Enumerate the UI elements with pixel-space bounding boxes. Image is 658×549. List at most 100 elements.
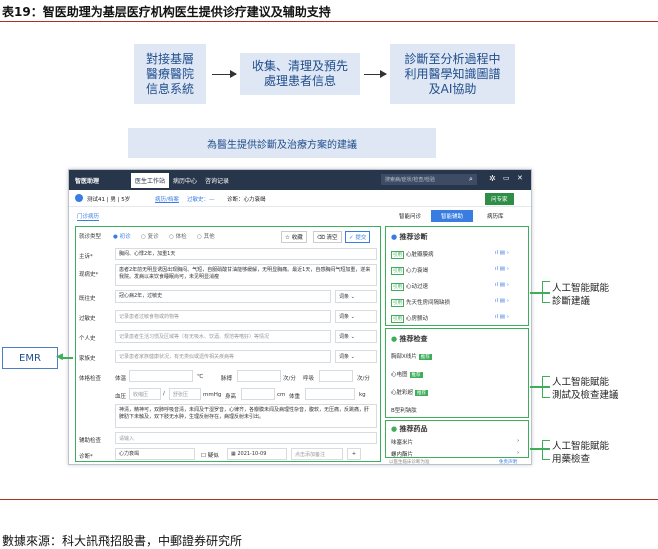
past-history-field[interactable]: 冠心病2年，过敏史	[115, 290, 331, 303]
nav-records[interactable]: 病历中心	[173, 176, 197, 185]
favorite-button[interactable]: ☆ 收藏	[281, 231, 307, 243]
tab-smart-inquiry[interactable]: 智能问诊	[399, 212, 421, 220]
weight-field[interactable]	[305, 388, 355, 400]
visit-type-checkup-label: 体检	[175, 234, 187, 240]
pulse-unit: 次/分	[283, 376, 296, 382]
settings-icon[interactable]: ✲	[489, 174, 496, 183]
temp-field[interactable]	[129, 370, 193, 382]
rec-drug-title-text: 推荐药品	[399, 425, 428, 433]
rec-diagnosis-item[interactable]: 引用 心动过速	[391, 282, 428, 291]
family-history-dropdown[interactable]: 词条 ⌄	[335, 350, 377, 363]
allergy-dropdown-label: 词条	[339, 314, 350, 320]
allergy-dropdown[interactable]: 词条 ⌄	[335, 310, 377, 323]
rec-diagnosis-item[interactable]: 引用 先天性房间隔缺损	[391, 298, 450, 307]
bp-separator: /	[163, 391, 165, 397]
submit-button[interactable]: ✓ 提交	[345, 231, 371, 243]
diagnosis-label: 诊断*	[79, 454, 93, 460]
flow-box-collect: 收集、清理及預先 處理患者信息	[240, 53, 360, 95]
tab-outpatient-record[interactable]: 门诊病历	[77, 212, 100, 221]
visit-type-checkup[interactable]: ○ 体检	[169, 232, 187, 240]
resp-field[interactable]	[319, 370, 353, 382]
diagnosis-field[interactable]: 心力衰竭	[115, 448, 195, 460]
nav-consult[interactable]: 咨询记录	[205, 176, 229, 185]
height-label: 身高	[225, 394, 237, 400]
weight-unit: kg	[359, 392, 366, 398]
disclaimer-note: 以医生临床诊断为准	[389, 460, 430, 465]
personal-history-field[interactable]: 记录患者生活习惯及区域等（有无吸水、饮酒、规范等嗜好）等情况	[115, 330, 331, 343]
recommend-badge: 推荐	[418, 354, 432, 360]
app-logo: 智医助理	[75, 178, 100, 185]
cite-badge: 引用	[391, 267, 404, 275]
rec-drug-item[interactable]: 味塞米片	[391, 438, 413, 446]
physical-exam-notes[interactable]: 神清，精神可，双肺呼吸音清，未闻及干湿罗音，心律齐，各瓣膜未闻及病理性杂音，腹软…	[115, 404, 377, 428]
bp-diastolic-field[interactable]: 舒张压	[169, 388, 201, 400]
diagnosis-date-field[interactable]: ▦ 2021-10-09	[227, 448, 287, 460]
rec-exam-item[interactable]: 心脏彩超 推荐	[391, 388, 429, 396]
allergy-link[interactable]: 过敏史：—	[187, 195, 215, 203]
rec-diagnosis-item[interactable]: 引用 心力衰竭	[391, 266, 428, 275]
allergy-label: 过敏史	[79, 316, 96, 322]
aux-exam-field[interactable]: 请输入	[115, 432, 377, 444]
resp-label: 呼吸	[303, 376, 315, 382]
present-illness-field[interactable]: 患者2年前无明显诱因出现胸闷、气短，自服硝酸甘油能够缓解，无明显胸痛。最近1天，…	[115, 264, 377, 286]
app-topbar: 智医助理 医生工作站 病历中心 咨询记录 搜索病/症状/检查/检验 ⌕ ✲ ▭ …	[69, 170, 531, 190]
past-history-dropdown[interactable]: 词条 ⌄	[335, 290, 377, 303]
rec-drug-item[interactable]: 螺内酯片	[391, 450, 413, 458]
family-history-field[interactable]: 记录患者家族健康状况，有无类似或遗传相关疾病等	[115, 350, 331, 363]
recommend-badge: 推荐	[415, 390, 429, 396]
nav-workstation[interactable]: 医生工作站	[131, 173, 170, 188]
arrow-left-icon: ◀	[56, 352, 63, 362]
signal-icon: ıl ▤ ›	[495, 250, 509, 256]
figure-title: 表19：智医助理为基层医疗机构医生提供诊疗建议及辅助支持	[2, 5, 331, 19]
tab-smart-assist[interactable]: 智能辅助	[431, 210, 474, 222]
pulse-field[interactable]	[237, 370, 281, 382]
visit-type-first[interactable]: ● 初诊	[113, 232, 131, 240]
rec-exam-item[interactable]: 心电图 推荐	[391, 370, 423, 378]
visit-type-return[interactable]: ○ 复诊	[141, 232, 159, 240]
search-input[interactable]: 搜索病/症状/检查/检验	[381, 174, 477, 185]
recommend-badge: 推荐	[409, 372, 423, 378]
rec-exam-item[interactable]: B型利钠肽	[391, 406, 417, 414]
rec-exam-title: ● 推荐检查	[391, 334, 428, 344]
rec-exam-item[interactable]: 胸部X线片 推荐	[391, 352, 432, 360]
height-field[interactable]	[241, 388, 275, 400]
rec-diagnosis-title: ● 推荐诊断	[391, 232, 428, 242]
tab-case-library[interactable]: 病历库	[487, 212, 504, 220]
rec-diagnosis-item[interactable]: 引用 心房颤动	[391, 314, 428, 323]
window-icon[interactable]: ▭	[503, 174, 510, 182]
search-icon[interactable]: ⌕	[469, 175, 473, 184]
chief-complaint-field[interactable]: 胸闷、心悸2年，加重1天	[115, 248, 377, 260]
rec-exam-item-label: 心电图	[391, 372, 408, 378]
personal-history-label: 个人史	[79, 336, 96, 342]
chevron-right-icon[interactable]: ›	[517, 438, 519, 444]
close-icon[interactable]: ✕	[517, 174, 523, 182]
clear-button[interactable]: ⌫ 清空	[313, 231, 342, 243]
rec-diagnosis-item-label: 心力衰竭	[406, 268, 429, 274]
ai-diagnosis-annotation: 人工智能賦能 診斷建議	[552, 283, 610, 307]
rec-diagnosis-item[interactable]: 引用 心脏瓣膜病	[391, 250, 434, 259]
patient-bar: 测试41 | 男 | 5岁 病历/档案 过敏史：— 诊断：心力衰竭 问专家	[69, 190, 531, 207]
allergy-field[interactable]: 记录患者过敏食物或药物等	[115, 310, 331, 323]
flow-box-his: 對接基層 醫療醫院 信息系統	[134, 44, 206, 104]
bp-unit: mmHg	[203, 392, 222, 398]
suspected-checkbox[interactable]: ☐ 疑似	[201, 451, 219, 459]
flow-banner: 為醫生提供診斷及治療方案的建議	[128, 128, 436, 158]
flow-box-ai: 診斷至分析過程中 利用醫學知識圖譜 及AI協助	[390, 44, 515, 104]
footer-rule	[0, 499, 658, 500]
visit-type-other[interactable]: ○ 其他	[197, 232, 215, 240]
diagnosis-note-field[interactable]: 点击添加备注	[291, 448, 343, 460]
patient-record-link[interactable]: 病历/档案	[155, 195, 179, 203]
personal-history-dropdown[interactable]: 词条 ⌄	[335, 330, 377, 343]
source-note: 數據來源：科大訊飛招股書，中郵證券研究所	[2, 534, 243, 548]
add-diagnosis-button[interactable]: +	[347, 448, 361, 460]
signal-icon: ıl ▤ ›	[495, 314, 509, 320]
exam-bracket	[542, 376, 550, 398]
disclaimer-link[interactable]: 免责声明	[499, 459, 517, 464]
rec-exam-title-text: 推荐检查	[399, 335, 428, 343]
consult-expert-button[interactable]: 问专家	[485, 193, 514, 205]
suspected-label: 疑似	[207, 453, 219, 459]
bp-systolic-field[interactable]: 收缩压	[129, 388, 161, 400]
signal-icon: ıl ▤ ›	[495, 282, 509, 288]
app-screenshot: 智医助理 医生工作站 病历中心 咨询记录 搜索病/症状/检查/检验 ⌕ ✲ ▭ …	[68, 169, 532, 465]
chevron-right-icon[interactable]: ›	[517, 450, 519, 456]
